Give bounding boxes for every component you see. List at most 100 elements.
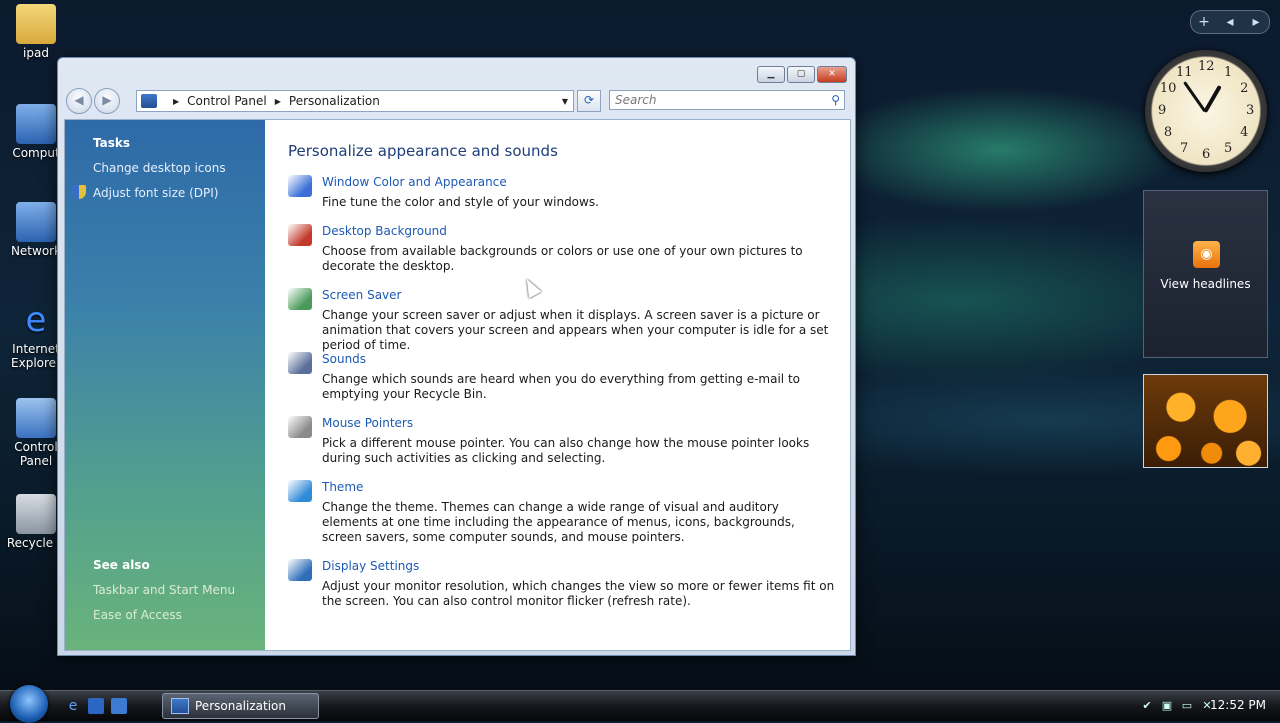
breadcrumb-separator-icon: ▶	[274, 96, 281, 106]
breadcrumb-control-panel[interactable]: Control Panel	[187, 94, 267, 108]
rss-icon: ◉	[1193, 241, 1220, 268]
display-settings-icon	[288, 559, 312, 581]
clock-numeral: 9	[1158, 103, 1167, 118]
link-display-settings[interactable]: Display Settings	[322, 559, 419, 573]
list-item: Sounds Change which sounds are heard whe…	[288, 352, 838, 407]
link-screen-saver[interactable]: Screen Saver	[322, 288, 401, 302]
list-item: Screen Saver Change your screen saver or…	[288, 288, 838, 352]
link-mouse-pointers[interactable]: Mouse Pointers	[322, 416, 413, 430]
monitor-tray-icon[interactable]: ▭	[1180, 699, 1194, 713]
page-title: Personalize appearance and sounds	[288, 142, 558, 160]
network-icon	[16, 202, 56, 242]
computer-icon	[16, 104, 56, 144]
search-placeholder: Search	[615, 93, 657, 107]
list-item: Display Settings Adjust your monitor res…	[288, 559, 838, 614]
item-description: Fine tune the color and style of your wi…	[322, 195, 599, 209]
personalization-window: ▁ ▢ ✕ ◀ ▶ ▶ Control Panel ▶ Personalizat…	[57, 57, 856, 656]
back-button[interactable]: ◀	[66, 88, 92, 114]
window-client-area: Tasks Change desktop icons Adjust font s…	[64, 119, 851, 651]
clock-minute-hand	[1203, 85, 1222, 113]
clock-numeral: 1	[1224, 64, 1233, 80]
clock-numeral: 4	[1240, 125, 1249, 140]
see-also-ease-of-access[interactable]: Ease of Access	[93, 608, 182, 622]
task-adjust-font-size[interactable]: Adjust font size (DPI)	[93, 186, 218, 200]
see-also-heading: See also	[93, 558, 150, 572]
taskbar: e Personalization ✔ ▣ ▭ ✕ 12:52 PM	[0, 685, 1280, 723]
clock-numeral: 11	[1176, 64, 1193, 80]
clock-numeral: 6	[1202, 147, 1211, 162]
clock-numeral: 2	[1240, 81, 1249, 96]
forward-button[interactable]: ▶	[94, 88, 120, 114]
see-also-taskbar[interactable]: Taskbar and Start Menu	[93, 583, 235, 597]
breadcrumb-personalization[interactable]: Personalization	[289, 94, 380, 108]
switch-windows-icon[interactable]	[111, 698, 127, 714]
feed-headlines-gadget[interactable]: ◉ View headlines	[1143, 190, 1268, 358]
next-page-icon[interactable]: ▸	[1243, 14, 1269, 30]
item-description: Adjust your monitor resolution, which ch…	[322, 579, 835, 608]
show-desktop-icon[interactable]	[88, 698, 104, 714]
address-bar[interactable]: ▶ Control Panel ▶ Personalization ▼	[136, 90, 574, 112]
internet-explorer-icon[interactable]: e	[65, 698, 81, 714]
link-theme[interactable]: Theme	[322, 480, 363, 494]
notification-area: ✔ ▣ ▭ ✕	[1140, 699, 1214, 713]
window-color-icon	[288, 175, 312, 197]
list-item: Mouse Pointers Pick a different mouse po…	[288, 416, 838, 471]
previous-page-icon[interactable]: ◂	[1217, 14, 1243, 30]
clock-gadget[interactable]: 12 1 2 3 4 5 6 7 8 9 10 11	[1145, 50, 1267, 172]
clock-hour-hand	[1183, 81, 1207, 113]
maximize-button[interactable]: ▢	[787, 66, 815, 83]
list-item: Window Color and Appearance Fine tune th…	[288, 175, 838, 215]
navigation-bar: ◀ ▶ ▶ Control Panel ▶ Personalization ▼ …	[66, 88, 847, 114]
link-window-color[interactable]: Window Color and Appearance	[322, 175, 507, 189]
add-gadget-icon[interactable]: +	[1191, 14, 1217, 30]
theme-icon	[288, 480, 312, 502]
network-tray-icon[interactable]: ▣	[1160, 699, 1174, 713]
main-content: Personalize appearance and sounds Window…	[288, 120, 850, 650]
window-controls: ▁ ▢ ✕	[757, 66, 847, 83]
close-button[interactable]: ✕	[817, 66, 847, 83]
task-change-desktop-icons[interactable]: Change desktop icons	[93, 161, 226, 175]
desktop-background-icon	[288, 224, 312, 246]
folder-icon	[16, 4, 56, 44]
item-description: Choose from available backgrounds or col…	[322, 244, 803, 273]
mouse-pointers-icon	[288, 416, 312, 438]
breadcrumb-separator-icon: ▶	[173, 96, 180, 106]
search-icon[interactable]: ⚲	[831, 93, 840, 107]
shield-icon	[72, 185, 86, 199]
clock-numeral: 8	[1163, 125, 1173, 140]
link-sounds[interactable]: Sounds	[322, 352, 366, 366]
desktop-icon-ipad[interactable]: ipad	[0, 4, 72, 60]
clock-numeral: 12	[1198, 59, 1215, 74]
sidebar-gadget-controls: + ◂ ▸	[1190, 10, 1270, 34]
taskbar-button-personalization[interactable]: Personalization	[162, 693, 319, 719]
screen-saver-icon	[288, 288, 312, 310]
start-button[interactable]	[10, 685, 48, 723]
item-description: Pick a different mouse pointer. You can …	[322, 436, 810, 465]
clock-numeral: 3	[1246, 103, 1255, 118]
slideshow-gadget[interactable]	[1143, 374, 1268, 468]
sounds-icon	[288, 352, 312, 374]
list-item: Theme Change the theme. Themes can chang…	[288, 480, 838, 550]
list-item: Desktop Background Choose from available…	[288, 224, 838, 279]
search-input[interactable]: Search ⚲	[609, 90, 845, 110]
control-panel-small-icon	[171, 698, 189, 714]
chevron-down-icon[interactable]: ▼	[557, 97, 573, 106]
taskbar-button-label: Personalization	[195, 699, 286, 713]
item-description: Change which sounds are heard when you d…	[322, 372, 800, 401]
refresh-button[interactable]: ⟳	[577, 90, 601, 112]
system-clock[interactable]: 12:52 PM	[1210, 698, 1266, 712]
security-tray-icon[interactable]: ✔	[1140, 699, 1154, 713]
link-desktop-background[interactable]: Desktop Background	[322, 224, 447, 238]
clock-numeral: 10	[1159, 81, 1177, 96]
internet-explorer-icon: e	[25, 300, 47, 340]
task-pane: Tasks Change desktop icons Adjust font s…	[65, 120, 265, 650]
clock-numeral: 5	[1224, 141, 1233, 157]
item-description: Change the theme. Themes can change a wi…	[322, 500, 795, 544]
view-headlines-label[interactable]: View headlines	[1144, 277, 1267, 291]
control-panel-icon	[16, 398, 56, 438]
clock-numeral: 7	[1180, 141, 1189, 157]
item-description: Change your screen saver or adjust when …	[322, 308, 829, 352]
minimize-button[interactable]: ▁	[757, 66, 785, 83]
control-panel-small-icon	[141, 94, 157, 108]
recycle-bin-icon	[16, 494, 56, 534]
